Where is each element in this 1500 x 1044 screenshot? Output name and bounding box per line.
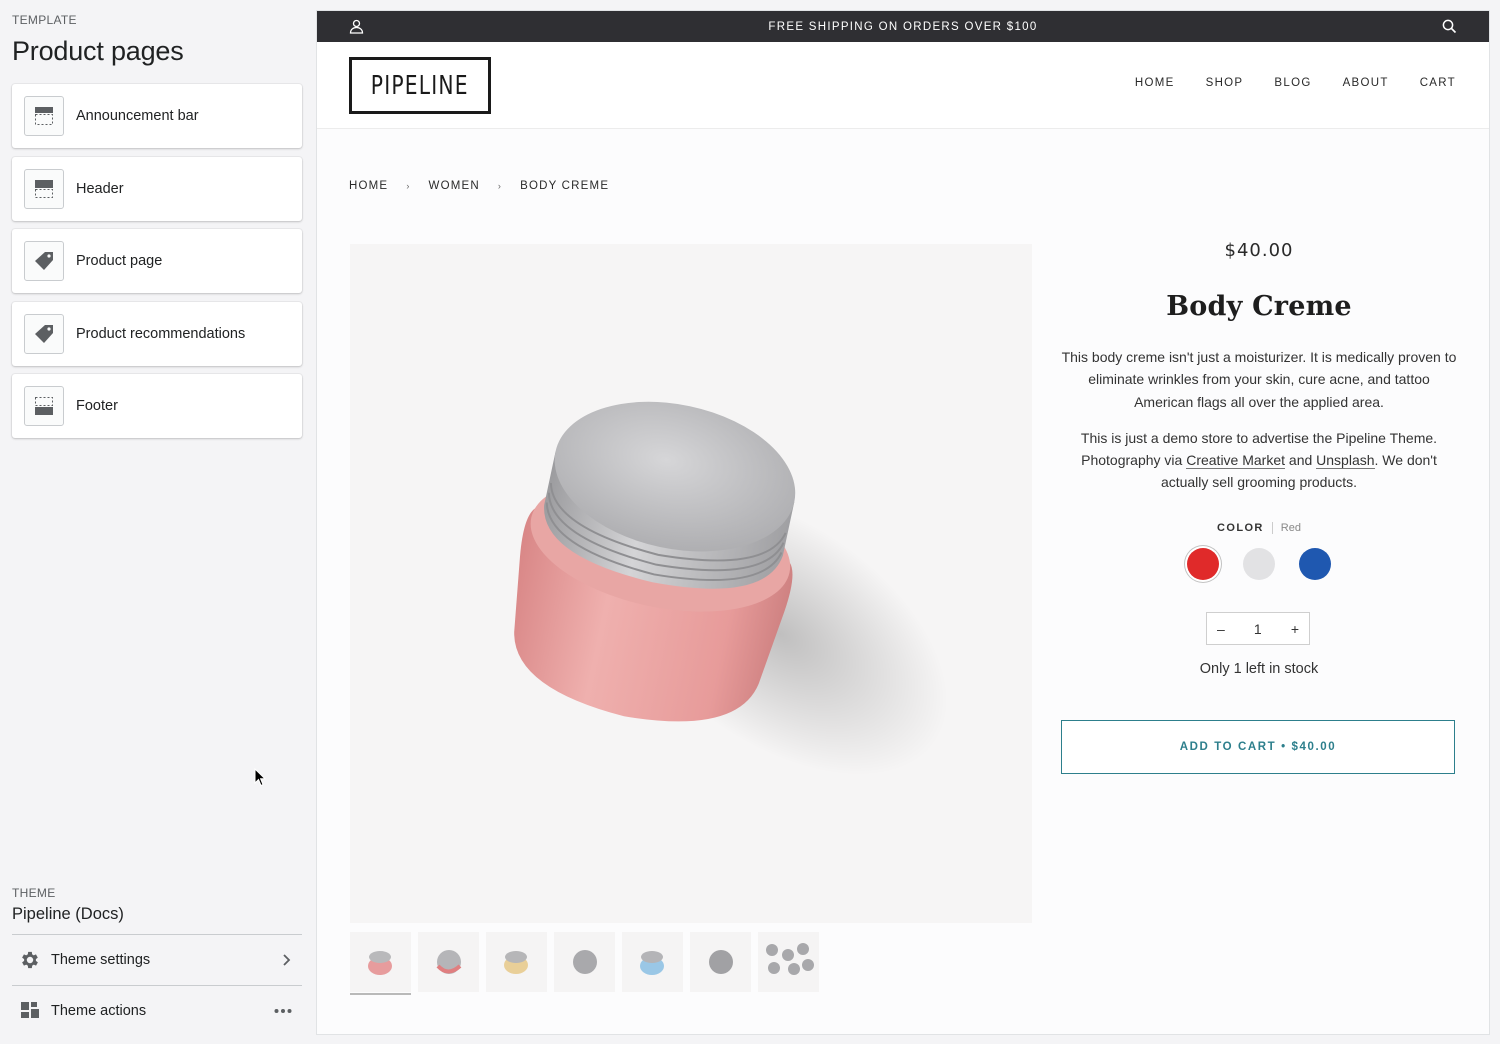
product-thumbnails xyxy=(350,932,819,995)
product-description: This body creme isn't just a moisturizer… xyxy=(1061,346,1457,508)
search-icon[interactable] xyxy=(1442,19,1457,34)
editor-sidebar: TEMPLATE Product pages Announcement bar … xyxy=(0,0,316,1044)
swatch-white[interactable] xyxy=(1243,548,1275,580)
tag-icon xyxy=(24,313,64,354)
thumbnail-7[interactable] xyxy=(758,932,819,992)
thumbnail-4[interactable] xyxy=(554,932,615,992)
swatch-blue[interactable] xyxy=(1299,548,1331,580)
color-selected-value: Red xyxy=(1280,522,1301,534)
chevron-right-icon xyxy=(283,953,291,966)
thumbnail-3[interactable] xyxy=(486,932,547,992)
mouse-cursor-icon xyxy=(254,768,267,787)
account-icon[interactable] xyxy=(349,19,364,34)
announcement-bar: FREE SHIPPING ON ORDERS OVER $100 xyxy=(317,11,1489,42)
theme-eyebrow: THEME xyxy=(12,886,56,900)
product-title: Body Creme xyxy=(1166,291,1352,322)
color-label-divider xyxy=(1271,522,1273,534)
thumbnail-2[interactable] xyxy=(418,932,479,992)
section-label: Header xyxy=(76,180,124,197)
color-swatches xyxy=(1061,548,1457,580)
gear-icon xyxy=(22,951,38,968)
theme-actions-label: Theme actions xyxy=(51,1002,147,1019)
product-price: $40.00 xyxy=(1224,240,1294,261)
store-logo[interactable]: PIPELINE xyxy=(349,57,491,114)
quantity-decrease-button[interactable]: – xyxy=(1217,621,1225,637)
section-label: Product recommendations xyxy=(76,325,246,342)
nav-home[interactable]: HOME xyxy=(1135,77,1175,89)
main-nav: HOME SHOP BLOG ABOUT CART xyxy=(1135,77,1456,89)
color-label: COLOR xyxy=(1217,522,1264,534)
section-announcement-bar[interactable]: Announcement bar xyxy=(12,84,302,148)
description-paragraph-1: This body creme isn't just a moisturizer… xyxy=(1061,349,1457,410)
thumbnail-5[interactable] xyxy=(622,932,683,992)
unsplash-link[interactable]: Unsplash xyxy=(1316,452,1375,470)
nav-about[interactable]: ABOUT xyxy=(1343,77,1389,89)
theme-actions-button[interactable]: Theme actions xyxy=(12,985,302,1035)
add-to-cart-label: ADD TO CART • $40.00 xyxy=(1179,741,1337,753)
theme-settings-label: Theme settings xyxy=(51,951,151,968)
product-main-image[interactable] xyxy=(350,244,1032,923)
section-product-recommendations[interactable]: Product recommendations xyxy=(12,301,302,366)
quantity-increase-button[interactable]: + xyxy=(1291,621,1299,637)
breadcrumb-home[interactable]: HOME xyxy=(349,180,388,192)
description-paragraph-2: This is just a demo store to advertise t… xyxy=(1061,427,1457,494)
sections-list: Announcement bar Header Product page Pro… xyxy=(12,84,302,447)
section-label: Footer xyxy=(76,398,118,414)
description-text: and xyxy=(1285,452,1317,469)
creative-market-link[interactable]: Creative Market xyxy=(1186,452,1286,470)
tag-icon xyxy=(24,241,64,281)
thumbnail-1[interactable] xyxy=(350,932,411,995)
logo-text: PIPELINE xyxy=(371,70,469,101)
swatch-red[interactable] xyxy=(1187,548,1219,580)
thumbnail-6[interactable] xyxy=(690,932,751,992)
site-header: PIPELINE HOME SHOP BLOG ABOUT CART xyxy=(317,42,1489,129)
theme-name: Pipeline (Docs) xyxy=(12,905,124,923)
announcement-text: FREE SHIPPING ON ORDERS OVER $100 xyxy=(768,20,1038,33)
theme-info: THEME Pipeline (Docs) xyxy=(12,886,302,924)
nav-cart[interactable]: CART xyxy=(1420,77,1456,89)
section-footer[interactable]: Footer xyxy=(12,374,302,438)
breadcrumb: HOME › WOMEN › BODY CREME xyxy=(349,180,609,192)
section-header[interactable]: Header xyxy=(12,156,302,221)
breadcrumb-current: BODY CREME xyxy=(520,180,610,192)
template-eyebrow: TEMPLATE xyxy=(12,13,77,27)
breadcrumb-women[interactable]: WOMEN xyxy=(429,180,480,192)
more-horizontal-icon xyxy=(274,1008,292,1013)
section-label: Product page xyxy=(76,253,163,269)
theme-settings-button[interactable]: Theme settings xyxy=(12,934,302,984)
breadcrumb-separator-icon: › xyxy=(406,181,411,191)
section-label: Announcement bar xyxy=(76,108,199,124)
footer-icon xyxy=(24,386,64,426)
section-product-page[interactable]: Product page xyxy=(12,229,302,293)
color-option-label: COLOR Red xyxy=(1061,522,1457,534)
quantity-input[interactable]: 1 xyxy=(1254,621,1262,637)
header-icon xyxy=(24,168,64,209)
page-title: Product pages xyxy=(12,36,184,66)
quantity-stepper: – 1 + xyxy=(1206,612,1310,645)
announcement-bar-icon xyxy=(24,96,64,136)
nav-blog[interactable]: BLOG xyxy=(1274,77,1311,89)
store-preview: FREE SHIPPING ON ORDERS OVER $100 PIPELI… xyxy=(317,11,1489,1034)
theme-actions-icon xyxy=(21,1001,39,1018)
add-to-cart-button[interactable]: ADD TO CART • $40.00 xyxy=(1061,720,1455,774)
breadcrumb-separator-icon: › xyxy=(497,181,503,191)
nav-shop[interactable]: SHOP xyxy=(1206,77,1244,89)
stock-status: Only 1 left in stock xyxy=(1199,661,1319,677)
